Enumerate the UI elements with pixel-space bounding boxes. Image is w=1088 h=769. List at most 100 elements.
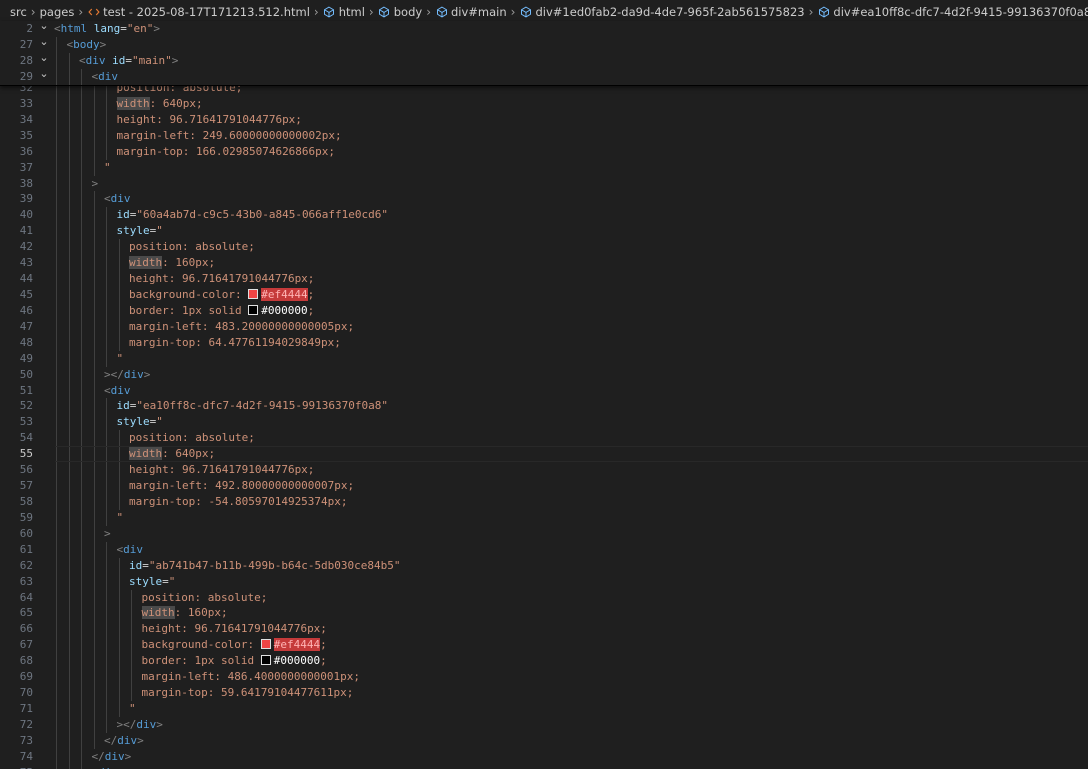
breadcrumb-item[interactable]: html (323, 5, 365, 19)
indent-guide (131, 605, 132, 622)
indent-guide (93, 111, 95, 128)
code-line[interactable]: 70 margin-top: 59.64179104477611px; (0, 685, 1088, 701)
code-line[interactable]: 43 width: 160px; (0, 255, 1088, 272)
code-line[interactable]: 38 > (0, 175, 1088, 192)
code-line[interactable]: 28 ⌄ <div id="main"> (0, 50, 1088, 69)
code-line[interactable]: 59 " (0, 509, 1088, 526)
code-line[interactable]: 27 ⌄ <body> (0, 34, 1088, 53)
code-line[interactable]: 73 </div> (0, 732, 1088, 749)
code-line[interactable]: 71 " (0, 700, 1088, 717)
code-text: position: absolute; (129, 239, 255, 255)
line-number: 59 (19, 510, 33, 524)
code-line[interactable]: 46 border: 1px solid #000000; (0, 302, 1088, 319)
breadcrumb-item[interactable]: div#main (435, 5, 507, 19)
code-line[interactable]: 41 style=" (0, 223, 1088, 240)
code-line[interactable]: 29 ⌄ <div (0, 66, 1088, 85)
indent-guide (81, 69, 82, 85)
element-icon (435, 6, 448, 19)
code-line[interactable]: 36 margin-top: 166.02985074626866px; (0, 143, 1088, 160)
breadcrumb-label: test - 2025-08-17T171213.512.html (103, 5, 310, 19)
indent-guide (106, 573, 107, 590)
code-line[interactable]: 45 background-color: #ef4444; (0, 286, 1088, 303)
code-line[interactable]: 65 width: 160px; (0, 605, 1088, 622)
code-line[interactable]: 39 <div (0, 191, 1088, 208)
code-line[interactable]: 56 height: 96.71641791044776px; (0, 462, 1088, 479)
breadcrumb-item[interactable]: div#ea10ff8c-dfc7-4d2f-9415-99136370f0a8 (817, 5, 1088, 19)
code-line[interactable]: 75 <div (0, 764, 1088, 769)
color-swatch[interactable] (248, 304, 259, 315)
indent-guide (106, 621, 107, 638)
code-line[interactable]: 60 > (0, 525, 1088, 542)
code-line[interactable]: 42 position: absolute; (0, 239, 1088, 256)
code-line[interactable]: 2 ⌄ <html lang="en"> (0, 18, 1088, 37)
token-punctuation: > (171, 54, 179, 67)
code-line[interactable]: 47 margin-left: 483.20000000000005px; (0, 318, 1088, 335)
code-editor[interactable]: src › pages › test - 2025-08-17T171213.512.h… (0, 0, 1088, 769)
token-string: "ea10ff8c-dfc7-4d2f-9415-99136370f0a8" (136, 399, 389, 413)
code-line[interactable]: 40 id="60a4ab7d-c9c5-43b0-a845-066aff1e0c… (0, 207, 1088, 224)
code-line[interactable]: 48 margin-top: 64.47761194029849px; (0, 334, 1088, 351)
code-line[interactable]: 52 id="ea10ff8c-dfc7-4d2f-9415-99136370f0… (0, 398, 1088, 415)
code-line[interactable]: 44 height: 96.71641791044776px; (0, 271, 1088, 287)
color-swatch[interactable] (260, 655, 271, 666)
indent-guide (106, 239, 107, 256)
color-swatch[interactable] (260, 639, 271, 650)
token-string: " (116, 351, 124, 365)
code-line[interactable]: 53 style=" (0, 414, 1088, 431)
code-text: height: 96.71641791044776px; (117, 112, 302, 128)
code-line[interactable]: 37 " (0, 159, 1088, 176)
code-line-current[interactable]: 55 width: 640px; (0, 446, 1088, 463)
code-line[interactable]: 63 style=" (0, 573, 1088, 590)
color-swatch[interactable] (248, 288, 259, 299)
indent-guide (106, 589, 107, 606)
code-line[interactable]: 35 margin-left: 249.60000000000002px; (0, 127, 1088, 144)
code-text: <body> (67, 37, 107, 53)
fold-chevron-icon[interactable]: ⌄ (38, 34, 50, 50)
code-line[interactable]: 69 margin-left: 486.4000000000001px; (0, 669, 1088, 686)
code-line[interactable]: 72 ></div> (0, 716, 1088, 733)
indent-guide (81, 621, 82, 638)
fold-chevron-icon[interactable]: ⌄ (38, 18, 50, 34)
code-line[interactable]: 50 ></div> (0, 366, 1088, 383)
fold-chevron-icon[interactable]: ⌄ (38, 50, 50, 66)
code-line[interactable]: 51 <div (0, 382, 1088, 399)
indent-guide (68, 382, 70, 399)
code-line[interactable]: 66 height: 96.71641791044776px; (0, 621, 1088, 638)
breadcrumb-item[interactable]: test - 2025-08-17T171213.512.html (87, 5, 310, 19)
line-number: 34 (19, 112, 33, 126)
code-line[interactable]: 49 " (0, 350, 1088, 367)
code-line[interactable]: 74 </div> (0, 748, 1088, 765)
token-punctuation: ></ (116, 717, 137, 731)
indent-guide (56, 286, 57, 303)
indent-guide (81, 175, 82, 192)
breadcrumb-item[interactable]: pages (40, 5, 75, 19)
code-line[interactable]: 34 height: 96.71641791044776px; (0, 111, 1088, 128)
code-line[interactable]: 33 width: 640px; (0, 95, 1088, 112)
sticky-scroll-header[interactable]: 2 ⌄ <html lang="en"> 27 ⌄ <body> 28 ⌄ <div id="m… (0, 18, 1088, 86)
code-line[interactable]: 67 background-color: #ef4444; (0, 637, 1088, 654)
fold-chevron-icon[interactable]: ⌄ (38, 66, 50, 82)
code-line[interactable]: 61 <div (0, 541, 1088, 558)
code-line[interactable]: 62 id="ab741b47-b11b-499b-b64c-5db030ce84… (0, 557, 1088, 574)
indent-guide (81, 239, 82, 256)
indent-guide (93, 207, 95, 224)
code-line[interactable]: 57 margin-left: 492.80000000000007px; (0, 478, 1088, 494)
breadcrumb-item[interactable]: body (378, 5, 422, 19)
code-lines[interactable]: 32 position: absolute; 33 width: 640px; 34 he… (0, 80, 1088, 769)
code-line[interactable]: 68 border: 1px solid #000000; (0, 653, 1088, 670)
code-line[interactable]: 64 position: absolute; (0, 589, 1088, 606)
code-line[interactable]: 54 position: absolute; (0, 430, 1088, 447)
indent-guide (106, 669, 107, 686)
line-number: 41 (19, 224, 33, 238)
token-punctuation: > (91, 176, 99, 190)
token-string: height: 96.71641791044776px; (141, 622, 327, 636)
indent-guide (93, 732, 95, 749)
indent-guide (56, 223, 57, 240)
line-number: 37 (19, 160, 33, 174)
code-line[interactable]: 58 margin-top: -54.80597014925374px; (0, 493, 1088, 510)
html-file-icon (87, 6, 100, 19)
code-text: id="ea10ff8c-dfc7-4d2f-9415-99136370f0a8… (117, 398, 389, 414)
breadcrumb-item[interactable]: src (10, 5, 27, 19)
breadcrumb-item[interactable]: div#1ed0fab2-da9d-4de7-965f-2ab561575823 (519, 5, 805, 19)
indent-guide (81, 414, 82, 431)
